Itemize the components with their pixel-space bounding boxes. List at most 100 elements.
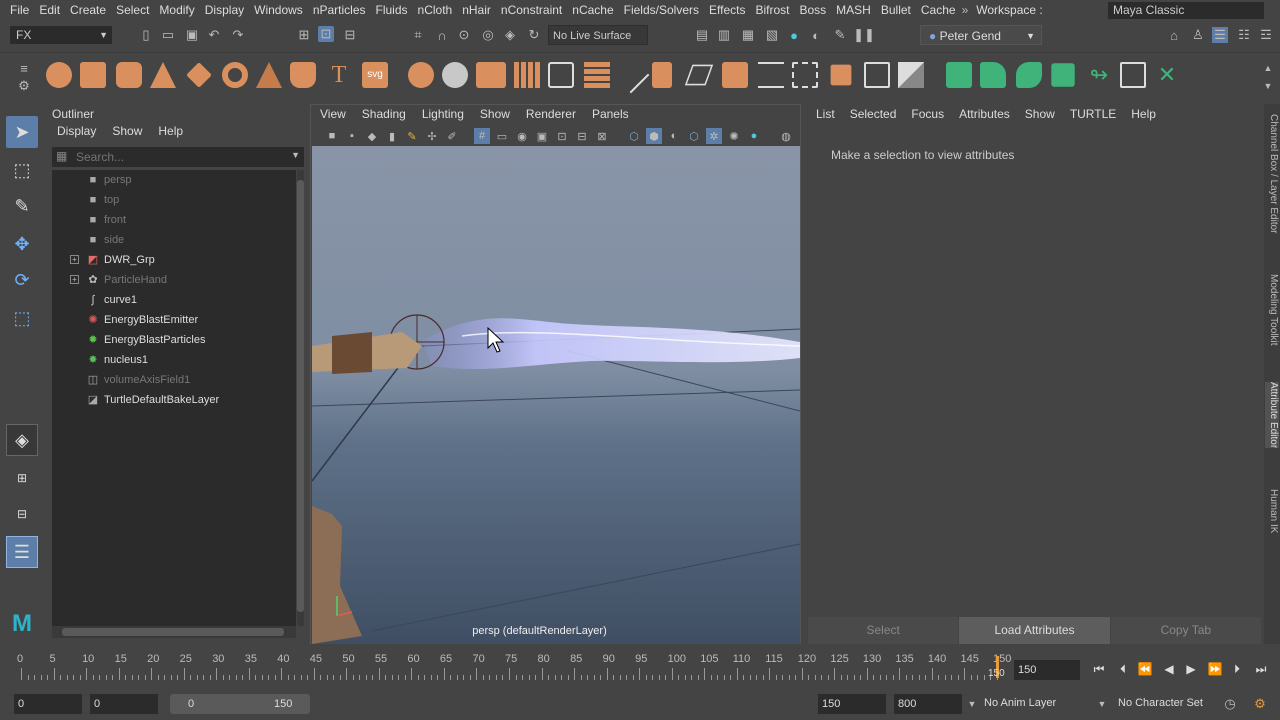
- ipr-render-icon[interactable]: ▦: [740, 27, 756, 43]
- textured-icon[interactable]: ⬡: [686, 128, 702, 144]
- anim-prefs-icon[interactable]: ⚙: [1252, 696, 1268, 712]
- history-icon[interactable]: ↻: [526, 27, 542, 43]
- smooth-shade-icon[interactable]: ⬢: [646, 128, 662, 144]
- menu-overflow-icon[interactable]: »: [956, 3, 969, 17]
- anim-layer-select[interactable]: No Anim Layer: [984, 697, 1056, 709]
- viewport-menu-lighting[interactable]: Lighting: [422, 107, 464, 123]
- tab-human-ik[interactable]: Human IK: [1265, 489, 1279, 533]
- menu-effects[interactable]: Effects: [699, 3, 745, 17]
- menu-windows[interactable]: Windows: [244, 3, 303, 17]
- menu-cache[interactable]: Cache: [911, 3, 956, 17]
- menu-ncache[interactable]: nCache: [562, 3, 613, 17]
- step-forward-frame-icon[interactable]: ⏵: [1228, 660, 1246, 678]
- play-forwards-icon[interactable]: ▶: [1182, 660, 1200, 678]
- poly-text-icon[interactable]: T: [326, 62, 352, 88]
- chevron-down-icon[interactable]: ▼: [1094, 696, 1110, 712]
- shelf-menu-icon[interactable]: ≡: [16, 60, 32, 76]
- step-back-frame-icon[interactable]: ⏴: [1114, 660, 1132, 678]
- menu-nparticles[interactable]: nParticles: [303, 3, 366, 17]
- tool-settings-icon[interactable]: ☷: [1236, 27, 1252, 43]
- scale-tool-icon[interactable]: ⬚: [6, 302, 38, 334]
- viewport-menu-panels[interactable]: Panels: [592, 107, 629, 123]
- outliner-menu-display[interactable]: Display: [57, 124, 96, 140]
- pencil-icon[interactable]: ✐: [444, 128, 460, 144]
- tab-modeling-toolkit[interactable]: Modeling Toolkit: [1265, 274, 1279, 346]
- expand-icon[interactable]: +: [70, 255, 79, 264]
- resolution-gate-icon[interactable]: ◉: [514, 128, 530, 144]
- outliner-row[interactable]: ◫ volumeAxisField1: [52, 370, 296, 390]
- current-frame-field[interactable]: 150: [1014, 660, 1080, 680]
- four-view-icon[interactable]: ⊞: [6, 462, 38, 494]
- mirror-icon[interactable]: [898, 62, 924, 88]
- menu-ncloth[interactable]: nCloth: [408, 3, 453, 17]
- step-forward-key-icon[interactable]: ⏩: [1206, 660, 1224, 678]
- film-gate-icon[interactable]: ▭: [494, 128, 510, 144]
- menu-fluids[interactable]: Fluids: [366, 3, 408, 17]
- menu-nconstraint[interactable]: nConstraint: [491, 3, 562, 17]
- select-hierarchy-icon[interactable]: ⊞: [296, 27, 312, 43]
- uv-editor-icon[interactable]: [792, 62, 818, 88]
- outliner-row[interactable]: ∫ curve1: [52, 290, 296, 310]
- bookmark-icon[interactable]: ◆: [364, 128, 380, 144]
- attr-menu-list[interactable]: List: [816, 107, 835, 121]
- outliner-row[interactable]: ✸ nucleus1: [52, 350, 296, 370]
- quad-draw-icon[interactable]: [722, 62, 748, 88]
- scene-start-field[interactable]: 0: [14, 694, 82, 714]
- emit-from-object-icon[interactable]: [980, 62, 1006, 88]
- separate-icon[interactable]: [442, 62, 468, 88]
- menu-boss[interactable]: Boss: [789, 3, 826, 17]
- select-component-icon[interactable]: ⊟: [342, 27, 358, 43]
- menu-edit[interactable]: Edit: [29, 3, 60, 17]
- scene-end-field[interactable]: 800: [894, 694, 962, 714]
- menu-mash[interactable]: MASH: [826, 3, 871, 17]
- shelf-settings-icon[interactable]: ⚙: [16, 78, 32, 94]
- attr-menu-help[interactable]: Help: [1131, 107, 1156, 121]
- combine-icon[interactable]: [408, 62, 434, 88]
- move-tool-icon[interactable]: ✥: [6, 228, 38, 260]
- snap-curve-icon[interactable]: ∩: [434, 27, 450, 43]
- attr-menu-show[interactable]: Show: [1025, 107, 1055, 121]
- paint-select-tool-icon[interactable]: ✎: [6, 190, 38, 222]
- pause-viewport-icon[interactable]: ❚❚: [853, 27, 875, 43]
- menuset-select[interactable]: FX ▼: [10, 26, 112, 44]
- bridge-icon[interactable]: [548, 62, 574, 88]
- character-set-select[interactable]: No Character Set: [1118, 697, 1203, 709]
- safe-action-icon[interactable]: ⊟: [574, 128, 590, 144]
- nconstraint-icon[interactable]: ✕: [1154, 62, 1180, 88]
- outliner-row[interactable]: + ◩ DWR_Grp: [52, 250, 296, 270]
- poly-cylinder-icon[interactable]: [116, 62, 142, 88]
- outliner-vscroll-thumb[interactable]: [297, 180, 304, 612]
- auto-key-icon[interactable]: ◷: [1222, 696, 1238, 712]
- expand-icon[interactable]: +: [70, 275, 79, 284]
- svg-icon[interactable]: svg: [362, 62, 388, 88]
- outliner-search-input[interactable]: [76, 147, 286, 167]
- playback-start-field[interactable]: 0: [90, 694, 158, 714]
- attribute-editor-icon[interactable]: ☰: [1212, 27, 1228, 43]
- field-chart-icon[interactable]: ⊡: [554, 128, 570, 144]
- go-to-start-icon[interactable]: ⏮: [1090, 660, 1108, 678]
- target-weld-icon[interactable]: [652, 62, 672, 88]
- viewport-menu-show[interactable]: Show: [480, 107, 510, 123]
- smooth-icon[interactable]: [476, 62, 506, 88]
- user-account[interactable]: ● Peter Gend ▼: [920, 25, 1042, 45]
- safe-title-icon[interactable]: ⊠: [594, 128, 610, 144]
- poly-torus-icon[interactable]: [222, 62, 248, 88]
- attr-menu-attributes[interactable]: Attributes: [959, 107, 1010, 121]
- attr-menu-focus[interactable]: Focus: [911, 107, 944, 121]
- nparticle-emitter-icon[interactable]: [946, 62, 972, 88]
- tab-attribute-editor[interactable]: Attribute Editor: [1265, 382, 1279, 449]
- snap-view-icon[interactable]: ◎: [480, 27, 496, 43]
- chevron-down-icon[interactable]: ▼: [291, 150, 300, 160]
- select-button[interactable]: Select: [808, 617, 960, 644]
- viewport-menu-view[interactable]: View: [320, 107, 346, 123]
- wireframe-on-shaded-icon[interactable]: ◐: [666, 128, 682, 144]
- menu-nhair[interactable]: nHair: [452, 3, 491, 17]
- step-back-key-icon[interactable]: ⏪: [1136, 660, 1154, 678]
- single-view-icon[interactable]: ◈: [6, 424, 38, 456]
- outliner-row[interactable]: ■ top: [52, 190, 296, 210]
- copy-tab-button[interactable]: Copy Tab: [1110, 617, 1262, 644]
- render-setup-icon[interactable]: ◐: [808, 27, 824, 43]
- save-scene-icon[interactable]: ▣: [184, 27, 200, 43]
- shadows-icon[interactable]: ✺: [726, 128, 742, 144]
- wireframe-icon[interactable]: ⬡: [626, 128, 642, 144]
